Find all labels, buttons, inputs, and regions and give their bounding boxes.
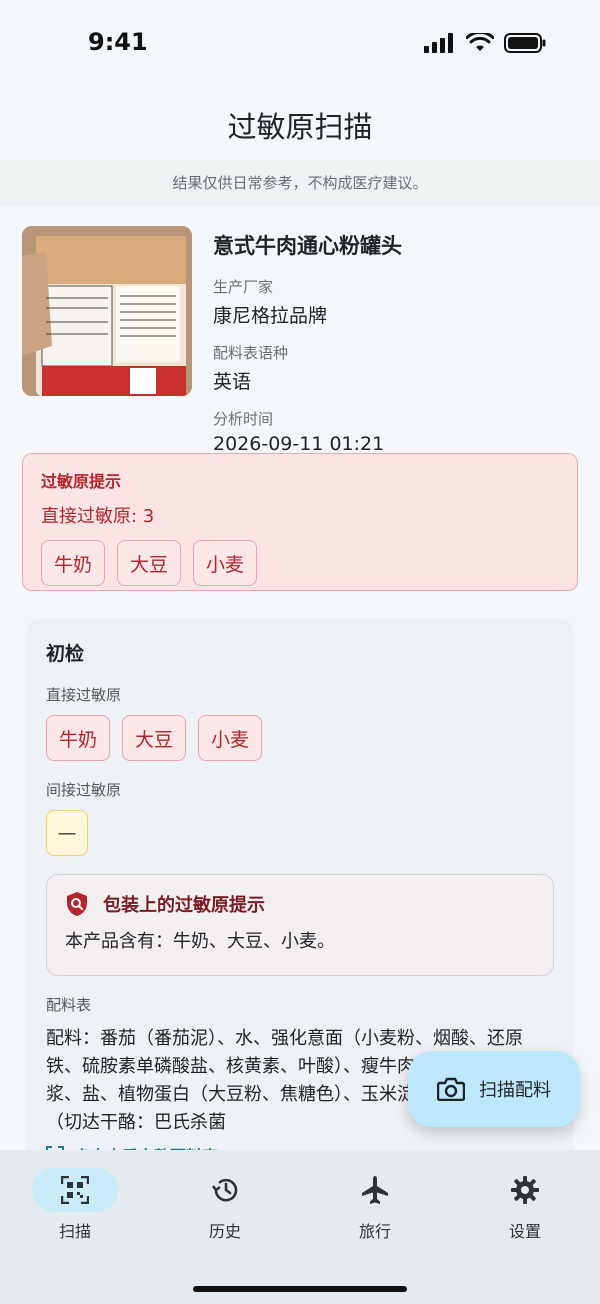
- direct-allergen-chips: 牛奶 大豆 小麦: [46, 715, 554, 761]
- nav-scan-indicator: [32, 1168, 118, 1212]
- camera-icon: [437, 1077, 465, 1101]
- status-time: 9:41: [88, 28, 148, 56]
- manufacturer-value: 康尼格拉品牌: [213, 305, 328, 327]
- bottom-nav: 扫描 历史 旅行 设置: [0, 1150, 600, 1304]
- allergen-alert: 过敏原提示 直接过敏原: 3 牛奶 大豆 小麦: [22, 453, 578, 591]
- package-statement-text: 本产品含有：牛奶、大豆、小麦。: [65, 931, 335, 952]
- card-title: 初检: [46, 643, 85, 665]
- nav-travel-indicator: [332, 1168, 418, 1212]
- direct-allergens-label: 直接过敏原: [46, 686, 122, 704]
- direct-chip-milk[interactable]: 牛奶: [46, 715, 111, 761]
- allergen-chip-milk[interactable]: 牛奶: [41, 540, 106, 586]
- allergen-chip-wheat[interactable]: 小麦: [193, 540, 258, 586]
- nav-item-settings[interactable]: 设置: [450, 1168, 600, 1242]
- analysis-time-label: 分析时间: [213, 410, 274, 428]
- alert-chips: 牛奶 大豆 小麦: [41, 540, 559, 586]
- product-image[interactable]: [22, 226, 192, 396]
- package-allergen-statement: 包装上的过敏原提示 本产品含有：牛奶、大豆、小麦。: [46, 874, 554, 976]
- package-statement-title-row: 包装上的过敏原提示: [65, 891, 535, 917]
- home-indicator: [193, 1286, 407, 1292]
- nav-settings-indicator: [482, 1168, 568, 1212]
- nav-item-history[interactable]: 历史: [150, 1168, 300, 1242]
- qr-scan-icon: [61, 1176, 89, 1204]
- language-label: 配料表语种: [213, 344, 289, 362]
- alert-count: 直接过敏原: 3: [41, 506, 155, 527]
- page-title: 过敏原扫描: [227, 110, 373, 144]
- nav-settings-label: 设置: [508, 1222, 541, 1241]
- ingredients-label: 配料表: [46, 996, 92, 1014]
- product-photo-icon: [22, 226, 192, 396]
- airplane-icon: [362, 1176, 388, 1204]
- scan-ingredients-button[interactable]: 扫描配料: [408, 1051, 580, 1127]
- scan-ingredients-label: 扫描配料: [479, 1080, 551, 1101]
- nav-item-scan[interactable]: 扫描: [0, 1168, 150, 1242]
- battery-icon: [504, 33, 546, 53]
- nav-scan-label: 扫描: [58, 1222, 91, 1241]
- disclaimer: 结果仅供日常参考，不构成医疗建议。: [0, 160, 600, 206]
- status-bar: 9:41: [0, 0, 600, 88]
- wifi-icon: [466, 33, 494, 51]
- package-statement-title: 包装上的过敏原提示: [103, 895, 265, 916]
- shield-search-icon: [67, 892, 87, 916]
- nav-item-travel[interactable]: 旅行: [300, 1168, 450, 1242]
- product-name: 意式牛肉通心粉罐头: [213, 234, 402, 258]
- status-icons: [424, 33, 546, 53]
- allergen-chip-soy[interactable]: 大豆: [117, 540, 182, 586]
- direct-chip-wheat[interactable]: 小麦: [198, 715, 263, 761]
- direct-chip-soy[interactable]: 大豆: [122, 715, 187, 761]
- cellular-signal-icon: [424, 33, 453, 53]
- indirect-allergen-chips: —: [46, 810, 554, 856]
- indirect-chip-none[interactable]: —: [46, 810, 88, 856]
- nav-history-indicator: [182, 1168, 268, 1212]
- history-icon: [211, 1178, 238, 1202]
- analysis-time-value: 2026-09-11 01:21: [213, 433, 385, 455]
- nav-travel-label: 旅行: [358, 1222, 391, 1241]
- manufacturer-label: 生产厂家: [213, 278, 274, 296]
- product-info: 意式牛肉通心粉罐头 生产厂家 康尼格拉品牌 配料表语种 英语 分析时间 2026…: [213, 230, 402, 469]
- indirect-allergens-label: 间接过敏原: [46, 781, 122, 799]
- language-value: 英语: [213, 371, 252, 393]
- nav-history-label: 历史: [208, 1222, 241, 1241]
- alert-title: 过敏原提示: [41, 472, 122, 491]
- gear-icon: [511, 1176, 539, 1204]
